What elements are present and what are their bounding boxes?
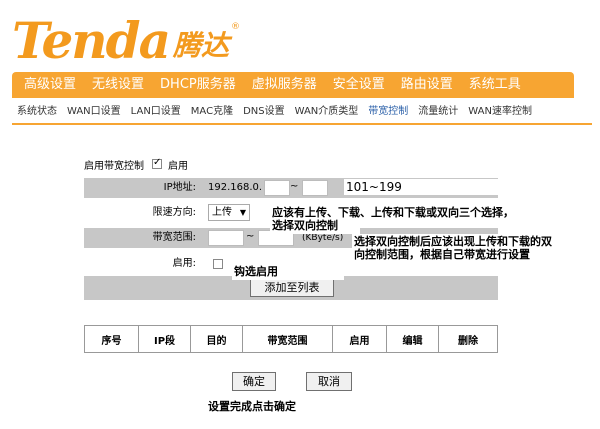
annotation-enable: 钩选启用 bbox=[232, 264, 344, 280]
direction-value: 上传 bbox=[212, 207, 232, 218]
chevron-down-icon: ▼ bbox=[239, 208, 246, 217]
logo-text-cn: 腾达 bbox=[173, 29, 230, 62]
enable-bw-row: 启用带宽控制 启用 bbox=[84, 156, 188, 172]
rules-table-header: 序号 IP段 目的 带宽范围 启用 编辑 删除 bbox=[84, 325, 498, 353]
range-min-input[interactable] bbox=[208, 230, 244, 246]
sub-nav: 系统状态 WAN口设置 LAN口设置 MAC克隆 DNS设置 WAN介质类型 带… bbox=[12, 101, 592, 125]
col-enable: 启用 bbox=[333, 326, 387, 352]
enable-label: 启用: bbox=[172, 258, 196, 269]
sub-nav-wan-rate-control[interactable]: WAN速率控制 bbox=[463, 101, 537, 123]
confirm-button[interactable]: 确定 bbox=[232, 372, 276, 391]
tenda-logo: Tenda 腾达 ® bbox=[12, 8, 240, 66]
main-nav: 高级设置 无线设置 DHCP服务器 虚拟服务器 安全设置 路由设置 系统工具 bbox=[12, 72, 574, 98]
ip-separator: ~ bbox=[290, 181, 299, 192]
ip-address-label: IP地址: bbox=[163, 182, 196, 193]
col-index: 序号 bbox=[85, 326, 139, 352]
sub-nav-dns-settings[interactable]: DNS设置 bbox=[238, 101, 290, 123]
sub-nav-mac-clone[interactable]: MAC克隆 bbox=[186, 101, 238, 123]
col-bandwidth-range: 带宽范围 bbox=[243, 326, 333, 352]
enable-checkbox[interactable] bbox=[213, 259, 223, 269]
sub-nav-traffic-stats[interactable]: 流量统计 bbox=[413, 101, 463, 123]
ip-to-input[interactable] bbox=[302, 180, 328, 196]
add-to-list-button[interactable]: 添加至列表 bbox=[250, 279, 334, 297]
nav-routing-settings[interactable]: 路由设置 bbox=[393, 72, 461, 98]
nav-advanced-settings[interactable]: 高级设置 bbox=[12, 72, 84, 98]
ip-prefix: 192.168.0. bbox=[208, 182, 263, 193]
nav-virtual-server[interactable]: 虚拟服务器 bbox=[244, 72, 325, 98]
col-delete: 删除 bbox=[458, 335, 478, 347]
nav-dhcp-server[interactable]: DHCP服务器 bbox=[152, 72, 244, 98]
cancel-button[interactable]: 取消 bbox=[306, 372, 352, 391]
sub-nav-lan-settings[interactable]: LAN口设置 bbox=[126, 101, 186, 123]
enable-bw-checkbox-label: 启用 bbox=[168, 160, 188, 172]
bandwidth-range-label: 带宽范围: bbox=[152, 232, 196, 243]
enable-bw-label: 启用带宽控制 bbox=[84, 160, 144, 172]
col-ip-range: IP段 bbox=[139, 326, 191, 352]
annotation-range-2: 向控制范围，根据自己带宽进行设置 bbox=[352, 247, 598, 263]
direction-label: 限速方向: bbox=[152, 207, 196, 218]
enable-bw-checkbox[interactable] bbox=[152, 157, 162, 169]
annotation-direction-2: 选择双向控制 bbox=[270, 218, 360, 234]
nav-security-settings[interactable]: 安全设置 bbox=[325, 72, 393, 98]
direction-select[interactable]: 上传 ▼ bbox=[208, 204, 250, 221]
sub-nav-wan-media-type[interactable]: WAN介质类型 bbox=[290, 101, 364, 123]
annotation-ip-range: 101~199 bbox=[344, 179, 522, 195]
ip-from-input[interactable] bbox=[264, 180, 290, 196]
col-destination: 目的 bbox=[191, 326, 243, 352]
col-edit: 编辑 bbox=[387, 326, 439, 352]
range-separator: ~ bbox=[246, 231, 255, 242]
registered-mark: ® bbox=[231, 22, 241, 32]
nav-wireless-settings[interactable]: 无线设置 bbox=[84, 72, 152, 98]
nav-system-tools[interactable]: 系统工具 bbox=[461, 72, 529, 98]
sub-nav-system-status[interactable]: 系统状态 bbox=[12, 101, 62, 123]
sub-nav-bandwidth-control[interactable]: 带宽控制 bbox=[363, 101, 413, 123]
logo-text-en: Tenda bbox=[12, 11, 171, 70]
annotation-confirm: 设置完成点击确定 bbox=[206, 399, 338, 415]
sub-nav-wan-settings[interactable]: WAN口设置 bbox=[62, 101, 126, 123]
